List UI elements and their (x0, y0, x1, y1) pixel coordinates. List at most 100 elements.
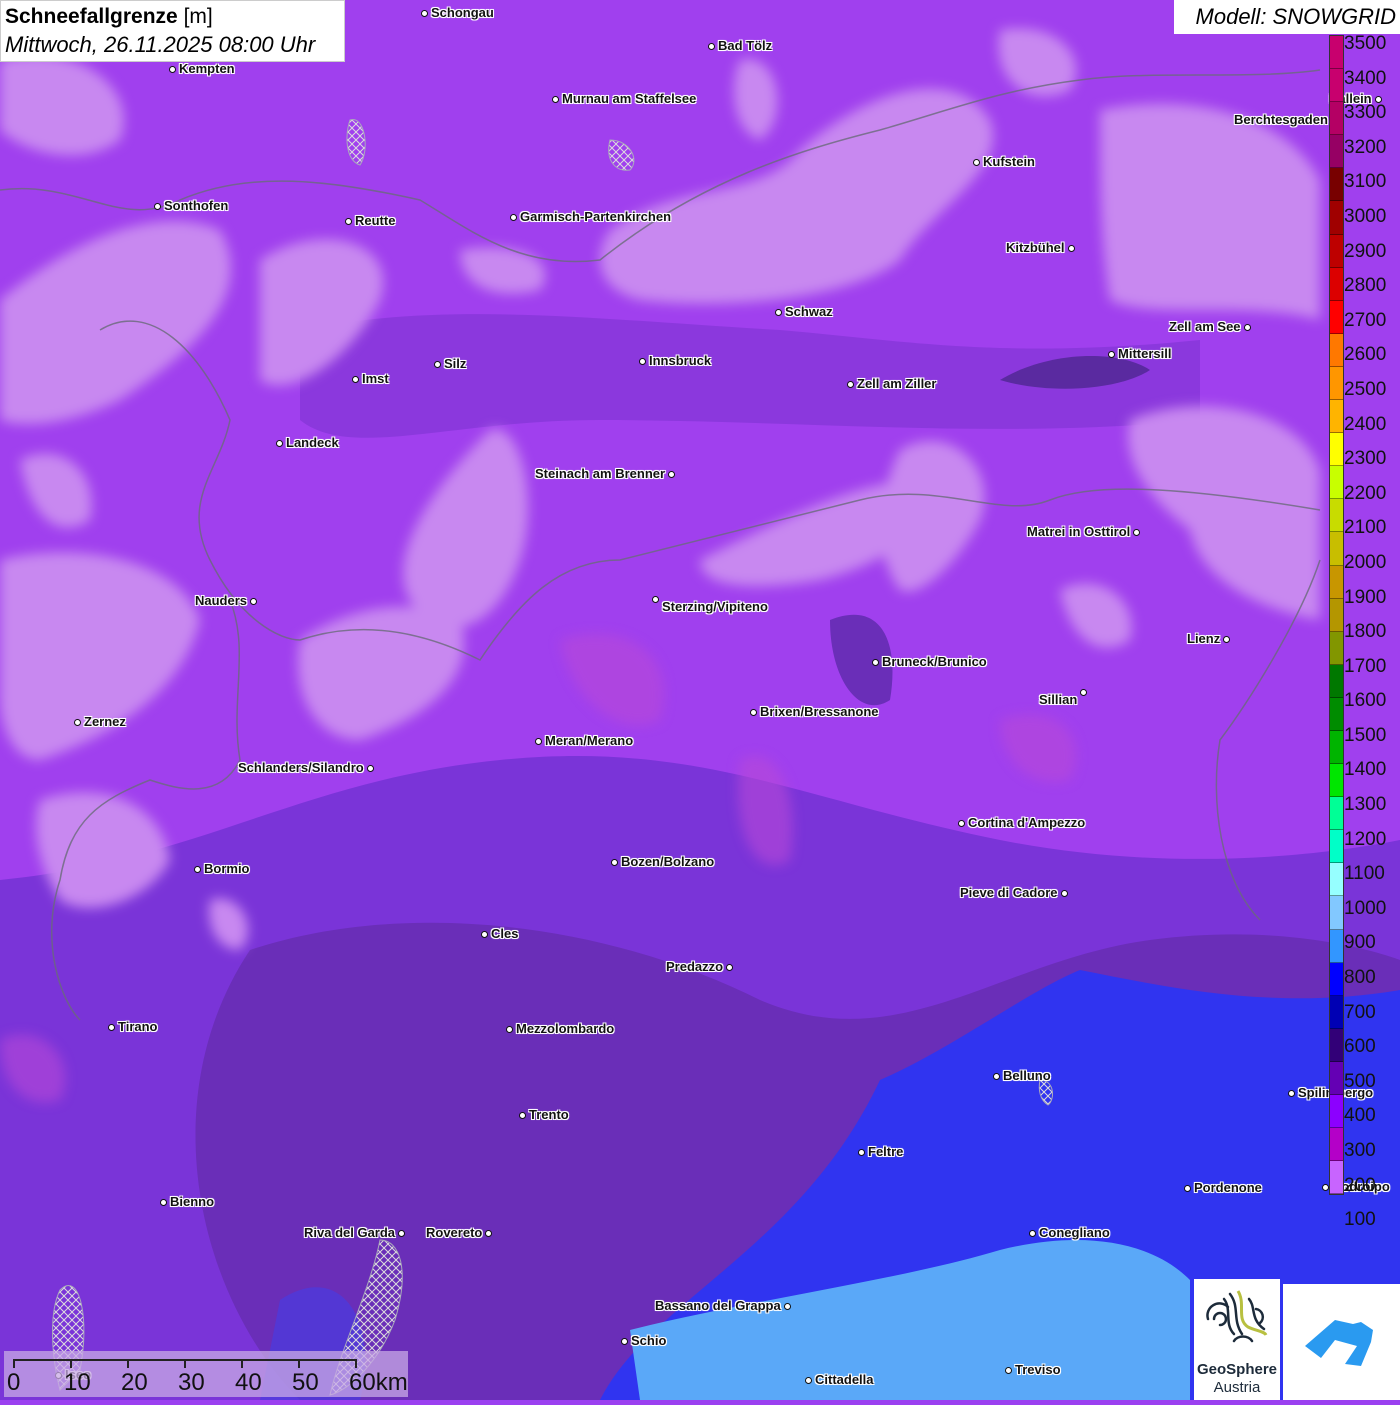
city-marker[interactable] (480, 930, 488, 938)
city-marker[interactable] (857, 1148, 865, 1156)
city-label[interactable]: Kempten (179, 61, 235, 76)
city-marker[interactable] (73, 718, 81, 726)
city-marker[interactable] (667, 470, 675, 478)
city-marker[interactable] (366, 764, 374, 772)
city-label[interactable]: Matrei in Osttirol (1027, 524, 1130, 539)
city-label[interactable]: Cittadella (815, 1372, 874, 1387)
city-label[interactable]: Bassano del Grappa (655, 1298, 781, 1313)
city-label[interactable]: Mittersill (1118, 346, 1171, 361)
city-label[interactable]: Reutte (355, 213, 395, 228)
partner-logo[interactable] (1283, 1284, 1400, 1400)
city-label[interactable]: Cles (491, 926, 518, 941)
city-label[interactable]: Schwaz (785, 304, 833, 319)
city-marker[interactable] (1321, 1183, 1329, 1191)
city-marker[interactable] (1287, 1089, 1295, 1097)
city-label[interactable]: Feltre (868, 1144, 903, 1159)
city-label[interactable]: Zell am See (1169, 319, 1241, 334)
city-label[interactable]: Conegliano (1039, 1225, 1110, 1240)
city-marker[interactable] (1222, 635, 1230, 643)
city-marker[interactable] (344, 217, 352, 225)
city-marker[interactable] (1183, 1184, 1191, 1192)
city-marker[interactable] (168, 65, 176, 73)
city-label[interactable]: Schongau (431, 5, 494, 20)
city-label[interactable]: Bormio (204, 861, 250, 876)
city-label[interactable]: Cortina d'Ampezzo (968, 815, 1085, 830)
city-marker[interactable] (551, 95, 559, 103)
city-marker[interactable] (651, 595, 659, 603)
city-label[interactable]: Treviso (1015, 1362, 1061, 1377)
city-label[interactable]: Trento (529, 1107, 569, 1122)
city-marker[interactable] (107, 1023, 115, 1031)
city-marker[interactable] (1067, 244, 1075, 252)
city-label[interactable]: Berchtesgaden (1234, 112, 1328, 127)
city-label[interactable]: Bozen/Bolzano (621, 854, 714, 869)
city-label[interactable]: Sterzing/Vipiteno (662, 599, 768, 614)
city-label[interactable]: Bienno (170, 1194, 214, 1209)
city-marker[interactable] (707, 42, 715, 50)
city-label[interactable]: Pieve di Cadore (960, 885, 1058, 900)
city-label[interactable]: Schlanders/Silandro (238, 760, 364, 775)
city-marker[interactable] (275, 439, 283, 447)
city-marker[interactable] (992, 1072, 1000, 1080)
city-label[interactable]: Zell am Ziller (857, 376, 936, 391)
city-label[interactable]: Silz (444, 356, 466, 371)
city-marker[interactable] (509, 213, 517, 221)
city-marker[interactable] (1060, 889, 1068, 897)
city-label[interactable]: Tirano (118, 1019, 158, 1034)
city-marker[interactable] (610, 858, 618, 866)
city-marker[interactable] (159, 1198, 167, 1206)
city-label[interactable]: Steinach am Brenner (535, 466, 665, 481)
city-marker[interactable] (1079, 688, 1087, 696)
city-marker[interactable] (518, 1111, 526, 1119)
city-marker[interactable] (249, 597, 257, 605)
city-label[interactable]: Bruneck/Brunico (882, 654, 987, 669)
city-marker[interactable] (638, 357, 646, 365)
city-marker[interactable] (420, 9, 428, 17)
geosphere-austria-logo[interactable]: GeoSphere Austria (1194, 1279, 1280, 1400)
city-label[interactable]: Sillian (1039, 692, 1077, 707)
city-label[interactable]: Landeck (286, 435, 339, 450)
city-label[interactable]: Rovereto (426, 1225, 482, 1240)
city-label[interactable]: Lienz (1187, 631, 1220, 646)
city-marker[interactable] (193, 865, 201, 873)
city-marker[interactable] (1028, 1229, 1036, 1237)
city-marker[interactable] (1243, 323, 1251, 331)
city-marker[interactable] (846, 380, 854, 388)
city-label[interactable]: Murnau am Staffelsee (562, 91, 696, 106)
city-marker[interactable] (957, 819, 965, 827)
city-label[interactable]: Kufstein (983, 154, 1035, 169)
city-marker[interactable] (972, 158, 980, 166)
city-marker[interactable] (153, 202, 161, 210)
city-marker[interactable] (1004, 1366, 1012, 1374)
city-label[interactable]: Belluno (1003, 1068, 1051, 1083)
city-label[interactable]: Innsbruck (649, 353, 711, 368)
city-label[interactable]: Sonthofen (164, 198, 228, 213)
city-label[interactable]: Imst (362, 371, 389, 386)
city-marker[interactable] (1132, 528, 1140, 536)
city-label[interactable]: Riva del Garda (304, 1225, 395, 1240)
city-marker[interactable] (351, 375, 359, 383)
city-marker[interactable] (534, 737, 542, 745)
city-marker[interactable] (505, 1025, 513, 1033)
city-marker[interactable] (783, 1302, 791, 1310)
city-label[interactable]: Meran/Merano (545, 733, 633, 748)
city-marker[interactable] (1107, 350, 1115, 358)
city-marker[interactable] (725, 963, 733, 971)
city-label[interactable]: Predazzo (666, 959, 723, 974)
city-label[interactable]: Bad Tölz (718, 38, 772, 53)
city-marker[interactable] (804, 1376, 812, 1384)
city-label[interactable]: Brixen/Bressanone (760, 704, 879, 719)
city-label[interactable]: Zernez (84, 714, 126, 729)
city-marker[interactable] (774, 308, 782, 316)
city-marker[interactable] (620, 1337, 628, 1345)
city-label[interactable]: Mezzolombardo (516, 1021, 614, 1036)
city-marker[interactable] (397, 1229, 405, 1237)
city-label[interactable]: Schio (631, 1333, 666, 1348)
city-marker[interactable] (433, 360, 441, 368)
city-label[interactable]: Garmisch-Partenkirchen (520, 209, 671, 224)
city-marker[interactable] (749, 708, 757, 716)
city-label[interactable]: Nauders (195, 593, 247, 608)
city-marker[interactable] (871, 658, 879, 666)
city-marker[interactable] (484, 1229, 492, 1237)
city-label[interactable]: Kitzbühel (1006, 240, 1065, 255)
